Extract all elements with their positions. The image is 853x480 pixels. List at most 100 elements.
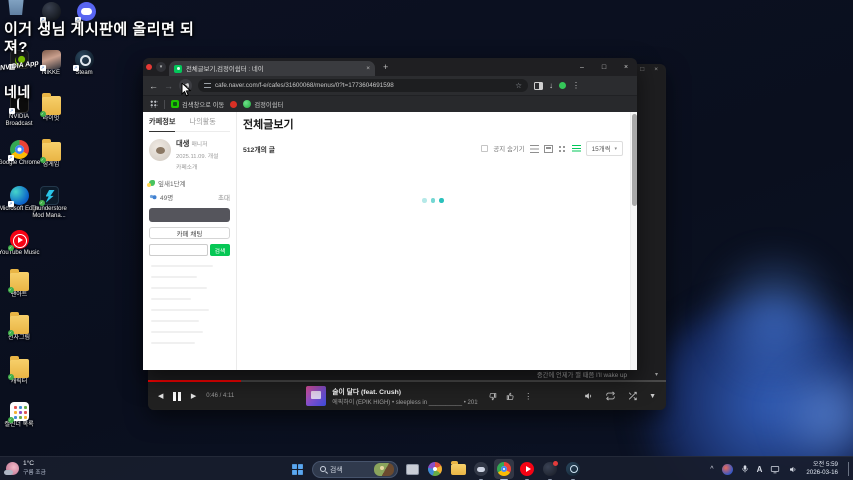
bookmark-star-icon[interactable]: ☆ [515,81,522,90]
taskbar-file-explorer[interactable] [450,461,466,477]
back-button[interactable]: ← [149,81,158,91]
hide-notice-checkbox[interactable] [481,145,489,152]
desktop-icon-fanart-folder[interactable]: ✓ 팬아트 [0,269,41,299]
taskbar-app-with-badge[interactable] [542,461,558,480]
level-leaf-icon [147,180,155,187]
player-progress-bar[interactable] [148,380,666,382]
bookmarks-separator [164,99,165,109]
window-minimize-button[interactable]: – [571,58,593,76]
cafe-chat-button[interactable]: 카페 채팅 [149,227,230,239]
speaker-icon[interactable] [788,465,798,474]
song-more-menu[interactable]: ⋮ [524,392,532,401]
display-network-icon[interactable] [770,465,780,474]
forward-button[interactable]: → [164,81,173,91]
view-list-icon[interactable] [529,144,539,153]
next-track-button[interactable]: ▶ [191,392,196,400]
steam-icon: ↗ [72,50,94,71]
taskbar-discord[interactable] [473,461,489,480]
menu-skeleton-line [151,276,197,278]
view-compact-icon[interactable] [571,144,581,153]
view-card-icon[interactable] [543,144,553,153]
taskbar-steam[interactable] [565,461,581,480]
desktop-icon-game-folder[interactable]: ✓ 참게임 [29,139,73,169]
shuffle-icon[interactable] [627,391,638,401]
scrollbar-thumb[interactable] [632,114,637,206]
new-tab-button[interactable]: + [383,62,388,72]
desktop-icon-riot-folder[interactable]: ✓ 라이엇 [29,93,73,123]
cafe-level: 잎새1단계 [158,181,186,188]
apps-grid-icon[interactable] [150,100,158,108]
tab-active[interactable]: 전체글보기,검정이쉼터 : 네이 × [169,61,375,76]
view-album-icon[interactable] [557,144,567,153]
tab-search-icon[interactable]: ▾ [156,62,166,72]
browser-menu-button[interactable]: ⋮ [572,81,580,90]
menu-skeleton-line [151,287,207,289]
taskbar-task-view[interactable] [404,461,420,477]
taskbar-clock[interactable]: 오전 5:59 2026-03-16 [806,461,838,477]
taskbar-chrome-active[interactable] [494,459,514,480]
cafe-avatar[interactable] [149,139,171,161]
show-desktop-button[interactable] [848,462,849,476]
taskbar-youtube-music[interactable] [519,461,535,480]
window-maximize-button[interactable]: □ [593,58,615,76]
thumbs-down-icon[interactable] [488,392,497,401]
desktop-icon-thunderstore[interactable]: ✓ Thunderstore Mod Mana... [27,186,71,220]
tab-close-icon[interactable]: × [366,65,370,72]
desktop-icon-youtube-music[interactable]: ✓ YouTube Music [0,230,41,257]
ytm-maximize-button[interactable]: □ [640,66,644,78]
search-highlight-image [374,462,394,476]
weather-temp: 1°C [23,460,35,467]
green-bookmark-icon [243,100,252,108]
bookmark-search-shortcut[interactable]: 검색창으로 이동 [171,100,224,109]
repeat-icon[interactable] [605,391,616,401]
cafe-intro-link[interactable]: 카페소개 [176,162,218,171]
chrome-window: ▾ 전체글보기,검정이쉼터 : 네이 × + – □ × ← → cafe.na… [143,58,637,370]
previous-track-button[interactable]: ◀ [158,392,163,400]
ytm-close-button[interactable]: × [654,66,658,78]
song-title[interactable]: 술이 달다 (feat. Crush) [332,386,478,396]
pause-button[interactable] [173,391,181,401]
tray-app-icon[interactable] [721,463,733,475]
subtitle-line-2: 져? [4,39,28,56]
tab-cafe-info[interactable]: 카페정보 [149,117,176,132]
lyrics-caret-icon[interactable]: ▾ [655,371,658,378]
desktop-screen: 이거 생님 게시판에 올리면 되 져? 네네 NVIDIA App ↗ ↗ ↗ … [0,0,853,480]
desktop-icon-character-folder[interactable]: ✓ 캐릭터 [0,356,41,386]
site-settings-icon[interactable] [204,82,211,89]
microphone-icon[interactable] [741,464,749,474]
bookmark-red-dot[interactable] [230,100,238,108]
thumbs-up-icon[interactable] [506,392,515,401]
invite-link[interactable]: 초대 [218,192,230,202]
edge-icon: ↗ [7,186,29,207]
album-art[interactable] [306,386,327,406]
cafe-search-button[interactable]: 검색 [210,244,230,256]
tray-expand-button[interactable]: ^ [710,466,713,473]
page-size-dropdown[interactable]: 15개씩 ▾ [585,141,623,156]
volume-icon[interactable] [583,391,594,401]
desktop-icon-drawings-folder[interactable]: ✓ 천자그림 [0,312,41,342]
cafe-search-input[interactable] [149,244,208,256]
window-close-button[interactable]: × [615,58,637,76]
page-scrollbar[interactable] [630,112,637,370]
desktop-icon-calendar-list[interactable]: ✓ 캘린더 목록 [0,402,41,429]
bookmark-cafe[interactable]: 검정이쉼터 [243,100,283,109]
extension-icon[interactable] [559,82,566,89]
weather-widget[interactable]: 1°C 구름 조금 [4,460,46,476]
player-collapse-icon[interactable]: ▼ [649,393,656,400]
side-panel-button[interactable] [534,81,543,90]
tab-my-activity[interactable]: 나의활동 [189,117,215,127]
address-bar[interactable]: cafe.naver.com/f-e/cafes/31600068/menus/… [198,79,528,92]
taskbar-photos[interactable] [427,461,443,477]
url-text[interactable]: cafe.naver.com/f-e/cafes/31600068/menus/… [215,82,511,89]
notification-badge-app-icon [543,461,558,476]
taskbar-search[interactable]: 검색 [312,460,398,478]
download-button[interactable]: ↓ [549,81,553,90]
desktop-icon-steam[interactable]: ↗ Steam [62,50,106,77]
windows-logo-icon [291,463,303,475]
chrome-icon [497,462,511,476]
join-cafe-button[interactable] [149,208,230,222]
start-button[interactable] [289,461,305,477]
bookmark-icon [171,100,179,108]
ime-indicator[interactable]: A [757,465,763,474]
song-artist-album[interactable]: 에픽하이 (EPIK HIGH) • sleepless in ________… [332,397,478,406]
